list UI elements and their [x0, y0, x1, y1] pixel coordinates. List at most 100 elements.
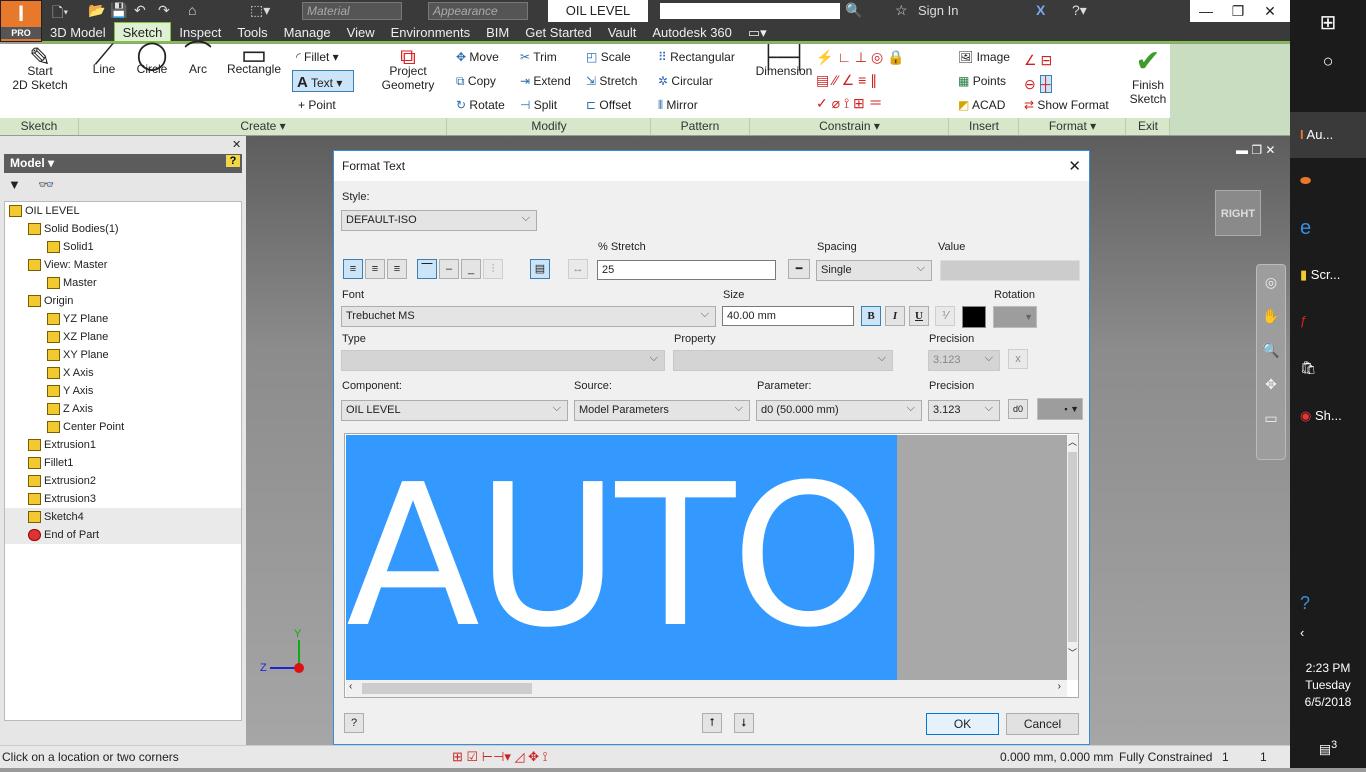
- arc-button[interactable]: ⌒ Arc: [180, 41, 216, 77]
- align-left-button[interactable]: ≡: [343, 259, 363, 279]
- cortana-icon[interactable]: ○: [1290, 38, 1366, 84]
- component-dropdown[interactable]: OIL LEVEL: [341, 400, 568, 421]
- store-icon[interactable]: 🛍: [1290, 345, 1366, 391]
- align-bottom-button[interactable]: _: [461, 259, 481, 279]
- stretch-button[interactable]: ⇲ Stretch: [586, 74, 637, 88]
- rectangle-button[interactable]: ▭ Rectangle: [224, 41, 284, 77]
- bold-button[interactable]: B: [861, 306, 881, 326]
- tree-item[interactable]: Origin: [5, 292, 73, 310]
- panel-label-constrain[interactable]: Constrain ▾: [751, 118, 949, 135]
- favorites-star-icon[interactable]: ☆: [895, 2, 908, 19]
- spacing-dropdown[interactable]: Single: [816, 260, 932, 281]
- move-down-button[interactable]: ⭣: [734, 713, 754, 733]
- taskbar-item-chrome[interactable]: ◉ Sh...: [1290, 393, 1366, 439]
- mirror-pattern-button[interactable]: ⫴ Mirror: [658, 98, 698, 113]
- align-right-button[interactable]: ≡: [387, 259, 407, 279]
- tree-item[interactable]: Extrusion3: [5, 490, 96, 508]
- taskbar-app-icon[interactable]: ⬬: [1290, 158, 1366, 204]
- scale-button[interactable]: ◰ Scale: [586, 50, 631, 64]
- format-tools[interactable]: ∠ ⊟ ⊖ ┼: [1024, 48, 1052, 96]
- tree-item[interactable]: Extrusion1: [5, 436, 96, 454]
- redo-icon[interactable]: ↷: [158, 2, 170, 19]
- constraint-tools[interactable]: ⚡ ∟ ⊥ ◎ 🔒 ▤ ⁄⁄ ∠ ≡ ∥ ✓ ⌀ ⟟ ⊞ ＝: [816, 46, 950, 116]
- action-center-icon[interactable]: ▤3: [1290, 722, 1366, 768]
- minimize-button[interactable]: —: [1190, 0, 1222, 22]
- stretch-icon[interactable]: ↔: [568, 259, 588, 279]
- close-browser-icon[interactable]: ✕: [232, 138, 241, 151]
- search-icon[interactable]: 🔍: [845, 2, 862, 19]
- stretch-input[interactable]: 25: [597, 260, 776, 280]
- underline-button[interactable]: U: [909, 306, 929, 326]
- finish-sketch-button[interactable]: ✔ Finish Sketch: [1128, 46, 1168, 107]
- appearance-dropdown[interactable]: Appearance: [428, 2, 528, 20]
- align-middle-button[interactable]: –: [439, 259, 459, 279]
- browser-header[interactable]: Model ▾?: [4, 154, 242, 173]
- panel-label-create[interactable]: Create ▾: [80, 118, 447, 135]
- align-center-button[interactable]: ≡: [365, 259, 385, 279]
- circle-button[interactable]: ◯ Circle: [132, 41, 172, 77]
- undo-icon[interactable]: ↶: [134, 2, 146, 19]
- property-dropdown[interactable]: [673, 350, 893, 371]
- stack-fraction-icon[interactable]: ⅟: [935, 306, 955, 326]
- insert-parameter-icon[interactable]: d0: [1008, 399, 1028, 419]
- line-button[interactable]: ⟋ Line: [86, 41, 122, 77]
- help-icon[interactable]: ?: [226, 155, 240, 167]
- tab-environments[interactable]: Environments: [383, 23, 478, 42]
- tree-item[interactable]: Z Axis: [5, 400, 93, 418]
- rectangular-pattern-button[interactable]: ⠿ Rectangular: [658, 50, 735, 64]
- filter-icon[interactable]: ▼: [8, 177, 21, 192]
- point-button[interactable]: + Point: [298, 98, 336, 112]
- tree-item[interactable]: YZ Plane: [5, 310, 108, 328]
- add-symbol-icon[interactable]: x: [1008, 349, 1028, 369]
- tree-item[interactable]: Solid1: [5, 238, 94, 256]
- tree-item[interactable]: OIL LEVEL: [5, 202, 80, 220]
- open-icon[interactable]: 📂: [88, 2, 105, 19]
- tree-item[interactable]: XZ Plane: [5, 328, 108, 346]
- tree-item[interactable]: Extrusion2: [5, 472, 96, 490]
- text-color-swatch[interactable]: [962, 306, 986, 328]
- start-2d-sketch-button[interactable]: ✎ Start 2D Sketch: [10, 44, 70, 92]
- project-geometry-button[interactable]: ⧉ Project Geometry: [380, 46, 436, 93]
- help-button[interactable]: ?: [344, 713, 364, 733]
- help-search-input[interactable]: [660, 3, 840, 19]
- offset-button[interactable]: ⊏ Offset: [586, 98, 631, 112]
- tree-item[interactable]: View: Master: [5, 256, 107, 274]
- vertical-scrollbar[interactable]: ︿ ﹀: [1067, 435, 1078, 680]
- help-icon[interactable]: ?▾: [1072, 2, 1087, 19]
- insert-acad-button[interactable]: ◩ ACAD: [958, 98, 1005, 112]
- viewcube[interactable]: RIGHT: [1215, 190, 1261, 236]
- source-dropdown[interactable]: Model Parameters: [574, 400, 750, 421]
- tree-item[interactable]: Y Axis: [5, 382, 93, 400]
- find-binoculars-icon[interactable]: 👓: [38, 177, 54, 193]
- move-up-button[interactable]: ⭡: [702, 713, 722, 733]
- tab-bim[interactable]: BIM: [478, 23, 517, 42]
- copy-button[interactable]: ⧉ Copy: [456, 74, 496, 89]
- exchange-icon[interactable]: X: [1036, 2, 1045, 18]
- show-format-button[interactable]: ⇄ Show Format: [1024, 98, 1109, 112]
- fillet-button[interactable]: ◜ Fillet ▾: [296, 50, 339, 64]
- size-combo[interactable]: 40.00 mm: [722, 306, 854, 326]
- style-dropdown[interactable]: DEFAULT-ISO: [341, 210, 537, 231]
- tab-vault[interactable]: Vault: [600, 23, 645, 42]
- fit-text-button[interactable]: ▤: [530, 259, 550, 279]
- line-spacing-icon[interactable]: ━: [788, 259, 810, 279]
- horizontal-scrollbar[interactable]: ‹ ›: [346, 680, 1067, 697]
- tree-item[interactable]: Center Point: [5, 418, 124, 436]
- maximize-button[interactable]: ❐: [1222, 0, 1254, 22]
- text-editor-area[interactable]: AUTO ︿ ﹀ ‹ ›: [344, 433, 1079, 698]
- dimension-button[interactable]: ├─┤ Dimension: [754, 46, 814, 79]
- select-icon[interactable]: ⬚▾: [250, 2, 270, 19]
- tree-item[interactable]: Master: [5, 274, 97, 292]
- clock[interactable]: 2:23 PM Tuesday 6/5/2018: [1290, 660, 1366, 711]
- tab-manage[interactable]: Manage: [276, 23, 339, 42]
- cancel-button[interactable]: Cancel: [1006, 713, 1079, 735]
- tree-item[interactable]: Solid Bodies(1): [5, 220, 119, 238]
- tab-view[interactable]: View: [339, 23, 383, 42]
- edge-icon[interactable]: e: [1290, 205, 1366, 251]
- align-top-button[interactable]: ⎺: [417, 259, 437, 279]
- navigation-bar[interactable]: ◎ ✋ 🔍 ✥ ▭: [1256, 264, 1286, 460]
- baseline-button[interactable]: ⫶: [483, 259, 503, 279]
- move-button[interactable]: ✥ Move: [456, 50, 499, 64]
- precision-dropdown-disabled[interactable]: 3.123: [928, 350, 1000, 371]
- panel-visibility-icon[interactable]: ▭▾: [740, 23, 775, 42]
